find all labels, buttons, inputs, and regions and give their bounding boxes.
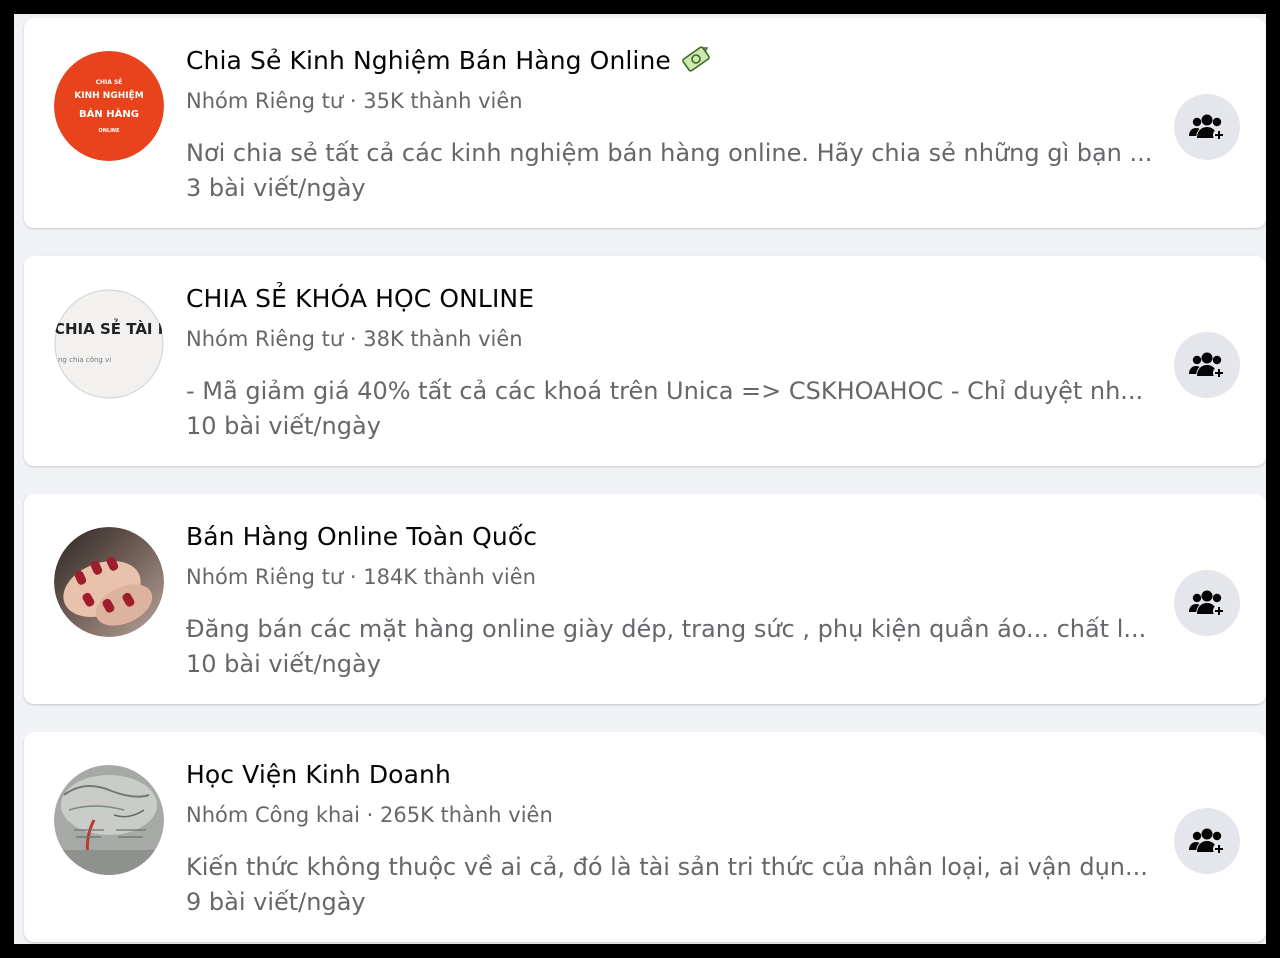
money-icon (681, 46, 711, 78)
group-avatar[interactable]: CHIA SẺ TÀI N ng chia công vi (54, 289, 164, 399)
join-group-icon (1189, 114, 1225, 141)
group-card[interactable]: Bán Hàng Online Toàn Quốc Nhóm Riêng tư … (24, 494, 1266, 704)
group-post-rate: 9 bài viết/ngày (186, 888, 366, 916)
avatar-line: ONLINE (98, 128, 120, 134)
group-description: Đăng bán các mặt hàng online giày dép, t… (186, 615, 1147, 643)
group-card[interactable]: CHIA SẺ TÀI N ng chia công vi CHIA SẺ KH… (24, 256, 1266, 466)
avatar-line: BÁN HÀNG (79, 107, 139, 120)
join-group-button[interactable] (1174, 94, 1240, 160)
group-meta: Nhóm Công khai · 265K thành viên (186, 803, 553, 827)
group-description: Kiến thức không thuộc về ai cả, đó là tà… (186, 853, 1148, 881)
join-group-icon (1189, 828, 1225, 855)
group-description: - Mã giảm giá 40% tất cả các khoá trên U… (186, 377, 1144, 405)
group-post-rate: 3 bài viết/ngày (186, 174, 366, 202)
group-card[interactable]: Học Viện Kinh Doanh Nhóm Công khai · 265… (24, 732, 1266, 942)
avatar-line: CHIA SẺ (96, 78, 123, 86)
group-avatar[interactable] (54, 527, 164, 637)
group-name[interactable]: Bán Hàng Online Toàn Quốc (186, 522, 537, 551)
avatar-line: CHIA SẺ TÀI N (54, 317, 164, 338)
group-results-list: CHIA SẺ KINH NGHIỆM BÁN HÀNG ONLINE Chia… (14, 14, 1266, 944)
join-group-button[interactable] (1174, 332, 1240, 398)
avatar-line: KINH NGHIỆM (74, 90, 143, 101)
group-name-text[interactable]: Chia Sẻ Kinh Nghiệm Bán Hàng Online (186, 46, 671, 75)
join-group-icon (1189, 352, 1225, 379)
group-meta: Nhóm Riêng tư · 35K thành viên (186, 89, 523, 113)
join-group-button[interactable] (1174, 570, 1240, 636)
group-meta: Nhóm Riêng tư · 184K thành viên (186, 565, 536, 589)
group-name[interactable]: Học Viện Kinh Doanh (186, 760, 451, 789)
group-name[interactable]: Chia Sẻ Kinh Nghiệm Bán Hàng Online (186, 46, 711, 78)
group-meta: Nhóm Riêng tư · 38K thành viên (186, 327, 523, 351)
group-avatar[interactable] (54, 765, 164, 875)
group-post-rate: 10 bài viết/ngày (186, 650, 381, 678)
group-post-rate: 10 bài viết/ngày (186, 412, 381, 440)
join-group-button[interactable] (1174, 808, 1240, 874)
group-card[interactable]: CHIA SẺ KINH NGHIỆM BÁN HÀNG ONLINE Chia… (24, 18, 1266, 228)
avatar-line: ng chia công vi (58, 356, 111, 364)
group-description: Nơi chia sẻ tất cả các kinh nghiệm bán h… (186, 139, 1153, 167)
group-avatar[interactable]: CHIA SẺ KINH NGHIỆM BÁN HÀNG ONLINE (54, 51, 164, 161)
group-name[interactable]: CHIA SẺ KHÓA HỌC ONLINE (186, 284, 534, 313)
join-group-icon (1189, 590, 1225, 617)
